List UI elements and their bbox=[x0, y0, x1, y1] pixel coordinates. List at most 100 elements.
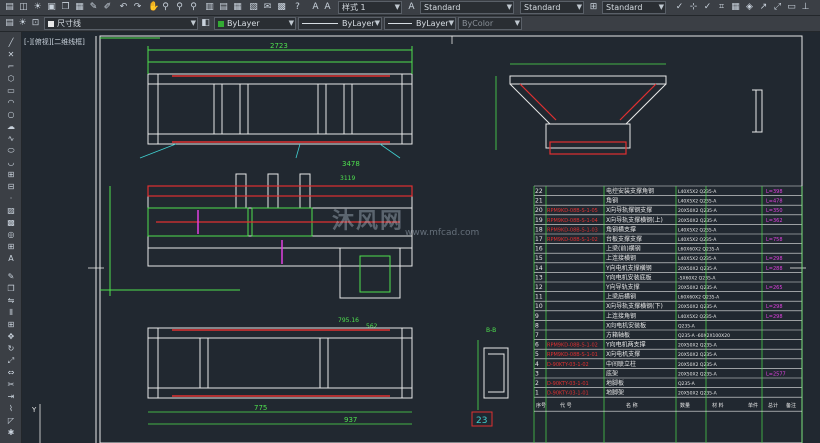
zoom-window-icon[interactable]: ⚲ bbox=[174, 2, 185, 13]
sheet-set-icon[interactable]: ▧ bbox=[248, 2, 259, 13]
make-current-icon[interactable]: ◧ bbox=[200, 18, 211, 29]
line-icon[interactable]: ╱ bbox=[5, 38, 17, 48]
diamond-icon[interactable]: ◈ bbox=[744, 2, 755, 13]
chevron-down-icon: ▼ bbox=[190, 19, 196, 27]
circle-icon[interactable]: ○ bbox=[5, 110, 17, 120]
table-icon[interactable]: ⊞ bbox=[5, 242, 17, 252]
scale-icon[interactable]: ⤢ bbox=[772, 2, 783, 13]
mirror-icon[interactable]: ⇋ bbox=[5, 296, 17, 306]
part-code: RPM9KD-08B-S-1-02 bbox=[547, 343, 598, 349]
part-material: L40X5X2 Q235-A bbox=[678, 199, 717, 205]
design-center-icon[interactable]: ▤ bbox=[218, 2, 229, 13]
section-detail-view: B-B 23 bbox=[471, 327, 509, 427]
color-dropdown[interactable]: ByLayer ▼ bbox=[214, 17, 296, 30]
lock-icon[interactable]: ⊡ bbox=[30, 18, 41, 29]
layer-value: 尺寸线 bbox=[57, 19, 81, 28]
properties-icon[interactable]: ▥ bbox=[204, 2, 215, 13]
calculator-icon[interactable]: ▩ bbox=[276, 2, 287, 13]
text-style-icon[interactable]: A bbox=[406, 2, 417, 13]
polygon-icon[interactable]: ⬡ bbox=[5, 74, 17, 84]
plot-style-dropdown[interactable]: ByColor ▼ bbox=[458, 17, 522, 30]
part-material: Q235-A -60X2X100X20 bbox=[678, 333, 730, 339]
break-icon[interactable]: ⌇ bbox=[5, 404, 17, 414]
gradient-icon[interactable]: ▩ bbox=[5, 218, 17, 228]
pan-icon[interactable]: ✋ bbox=[148, 2, 159, 13]
cloud-icon[interactable]: ☁ bbox=[5, 122, 17, 132]
redo-icon[interactable]: ↷ bbox=[132, 2, 143, 13]
chevron-down-icon: ▼ bbox=[288, 19, 294, 27]
table-style-dropdown[interactable]: Standard ▼ bbox=[602, 1, 666, 14]
tool-palette-icon[interactable]: ▦ bbox=[232, 2, 243, 13]
layer-state-icon[interactable]: ▣ bbox=[46, 2, 57, 13]
chamfer-icon[interactable]: ◸ bbox=[5, 416, 17, 426]
text-style-dropdown[interactable]: Standard ▼ bbox=[420, 1, 514, 14]
dim-style-dropdown[interactable]: Standard ▼ bbox=[520, 1, 584, 14]
zoom-prev-icon[interactable]: ⚲ bbox=[188, 2, 199, 13]
lineweight-preview bbox=[388, 23, 412, 24]
check-icon[interactable]: ✓ bbox=[674, 2, 685, 13]
mtext-icon[interactable]: A bbox=[5, 254, 17, 264]
insert-block-icon[interactable]: ⊞ bbox=[5, 170, 17, 180]
explode-icon[interactable]: ✱ bbox=[5, 428, 17, 438]
part-name: 角钢 bbox=[606, 197, 618, 205]
sun-icon[interactable]: ☀ bbox=[17, 18, 28, 29]
part-name: X向导轨撑钢支撑 bbox=[606, 206, 652, 214]
polyline-icon[interactable]: ⌐ bbox=[5, 62, 17, 72]
mark-icon[interactable]: ⌗ bbox=[716, 2, 727, 13]
part-material: 20X50X2 Q235-A bbox=[678, 208, 718, 214]
check-icon[interactable]: ✓ bbox=[702, 2, 713, 13]
chevron-down-icon: ▼ bbox=[514, 19, 520, 27]
ruler-icon[interactable]: ▭ bbox=[786, 2, 797, 13]
xline-icon[interactable]: ✕ bbox=[5, 50, 17, 60]
copy-icon[interactable]: ❐ bbox=[60, 2, 71, 13]
multileader-style-dropdown[interactable]: 样式 1 ▼ bbox=[338, 1, 402, 14]
point-icon[interactable]: ⊹ bbox=[688, 2, 699, 13]
move-icon[interactable]: ✥ bbox=[5, 332, 17, 342]
offset-icon[interactable]: ⫴ bbox=[5, 308, 17, 318]
scale-icon[interactable]: ⤢ bbox=[5, 356, 17, 366]
part-length: L=362 bbox=[766, 218, 783, 224]
ortho-icon[interactable]: ⊥ bbox=[800, 2, 811, 13]
color-swatch bbox=[218, 20, 224, 27]
linetype-dropdown[interactable]: ByLayer ▼ bbox=[298, 17, 382, 30]
bulb-icon[interactable]: ☀ bbox=[32, 2, 43, 13]
markup-icon[interactable]: ✉ bbox=[262, 2, 273, 13]
table-style-icon[interactable]: ⊞ bbox=[588, 2, 599, 13]
spline-icon[interactable]: ∿ bbox=[5, 134, 17, 144]
paste-icon[interactable]: ▦ bbox=[74, 2, 85, 13]
trim-icon[interactable]: ✂ bbox=[5, 380, 17, 390]
part-material: 20X50X2 Q235-A bbox=[678, 391, 718, 397]
chevron-down-icon: ▼ bbox=[374, 19, 380, 27]
layer-manager-icon[interactable]: ▤ bbox=[4, 18, 15, 29]
array-icon[interactable]: ⊞ bbox=[5, 320, 17, 330]
hatch-icon[interactable]: ▨ bbox=[5, 206, 17, 216]
ellipse-icon[interactable]: ⬭ bbox=[5, 146, 17, 156]
erase-icon[interactable]: ✎ bbox=[5, 272, 17, 282]
point-icon[interactable]: · bbox=[5, 194, 17, 204]
layer-dropdown[interactable]: 尺寸线 ▼ bbox=[44, 17, 198, 30]
linetype-value: ByLayer bbox=[342, 19, 375, 28]
extend-icon[interactable]: ⇥ bbox=[5, 392, 17, 402]
help-icon[interactable]: ? bbox=[292, 2, 303, 13]
make-block-icon[interactable]: ⊟ bbox=[5, 182, 17, 192]
brush-icon[interactable]: ✐ bbox=[102, 2, 113, 13]
match-icon[interactable]: ✎ bbox=[88, 2, 99, 13]
rotate-icon[interactable]: ↻ bbox=[5, 344, 17, 354]
arc-icon[interactable]: ◠ bbox=[5, 98, 17, 108]
part-name: 上连接角钢 bbox=[606, 312, 636, 320]
layer-properties-icon[interactable]: ▤ bbox=[4, 2, 15, 13]
rectangle-icon[interactable]: ▭ bbox=[5, 86, 17, 96]
copy-icon[interactable]: ❐ bbox=[5, 284, 17, 294]
stretch-icon[interactable]: ⇔ bbox=[5, 368, 17, 378]
ellipse-arc-icon[interactable]: ◡ bbox=[5, 158, 17, 168]
zoom-icon[interactable]: ⚲ bbox=[160, 2, 171, 13]
table-header-cell: 代 号 bbox=[560, 402, 572, 409]
grid-icon[interactable]: ▦ bbox=[730, 2, 741, 13]
arrow-icon[interactable]: ↗ bbox=[758, 2, 769, 13]
undo-icon[interactable]: ↶ bbox=[118, 2, 129, 13]
text-style-icon[interactable]: A bbox=[310, 2, 321, 13]
lineweight-dropdown[interactable]: ByLayer ▼ bbox=[384, 17, 456, 30]
layer-icon[interactable]: ◫ bbox=[18, 2, 29, 13]
text-icon[interactable]: A bbox=[322, 2, 333, 13]
region-icon[interactable]: ◎ bbox=[5, 230, 17, 240]
